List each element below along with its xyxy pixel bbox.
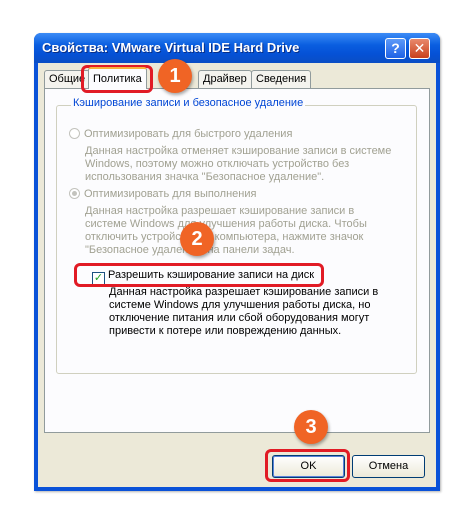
policy-panel: Кэширование записи и безопасное удаление…: [44, 88, 430, 433]
quick-removal-radio[interactable]: [69, 128, 80, 139]
desc-line: привести к потере или повреждению данных…: [109, 325, 342, 337]
window-title: Свойства: VMware Virtual IDE Hard Drive: [42, 40, 300, 55]
tab-policy[interactable]: Политика: [88, 67, 147, 89]
help-button[interactable]: ?: [385, 38, 406, 59]
desc-line: системе Windows для улучшения работы дис…: [85, 218, 367, 230]
desc-line: системе Windows для улучшения работы дис…: [109, 299, 371, 311]
ok-button-highlight: [265, 449, 350, 482]
desc-line: "Безопасное удаление" на панели задач.: [85, 244, 295, 256]
quick-removal-description: Данная настройка отменяет кэширование за…: [85, 145, 391, 184]
group-title: Кэширование записи и безопасное удаление: [71, 97, 306, 109]
close-button[interactable]: ✕: [409, 38, 430, 59]
step-marker-2: 2: [180, 222, 214, 256]
desc-line: Windows, поэтому можно отключать устройс…: [85, 158, 350, 170]
properties-dialog: Свойства: VMware Virtual IDE Hard Drive …: [34, 33, 440, 491]
write-cache-description: Данная настройка разрешает кэширование з…: [109, 286, 378, 338]
quick-removal-label: Оптимизировать для быстрого удаления: [84, 128, 293, 140]
desc-line: Данная настройка разрешает кэширование з…: [85, 205, 355, 217]
step-marker-1: 1: [158, 59, 192, 93]
desc-line: отключить устройство от компьютера, нажм…: [85, 231, 364, 243]
performance-radio[interactable]: [69, 188, 80, 199]
performance-option[interactable]: Оптимизировать для выполнения: [69, 188, 256, 200]
tab-details[interactable]: Сведения: [251, 70, 312, 88]
desc-line: Данная настройка разрешает кэширование з…: [109, 286, 379, 298]
quick-removal-option[interactable]: Оптимизировать для быстрого удаления: [69, 128, 292, 140]
write-cache-highlight: [74, 263, 324, 287]
cancel-button[interactable]: Отмена: [352, 455, 425, 478]
title-bar[interactable]: Свойства: VMware Virtual IDE Hard Drive …: [34, 33, 440, 63]
tab-driver[interactable]: Драйвер: [198, 70, 252, 88]
desc-line: Данная настройка отменяет кэширование за…: [85, 145, 392, 157]
desc-line: отключение питания или сбой оборудования…: [109, 312, 370, 324]
desc-line: использования значка "Безопасное удалени…: [85, 171, 325, 183]
performance-label: Оптимизировать для выполнения: [84, 188, 257, 200]
performance-description: Данная настройка разрешает кэширование з…: [85, 205, 367, 257]
step-marker-3: 3: [294, 410, 328, 444]
